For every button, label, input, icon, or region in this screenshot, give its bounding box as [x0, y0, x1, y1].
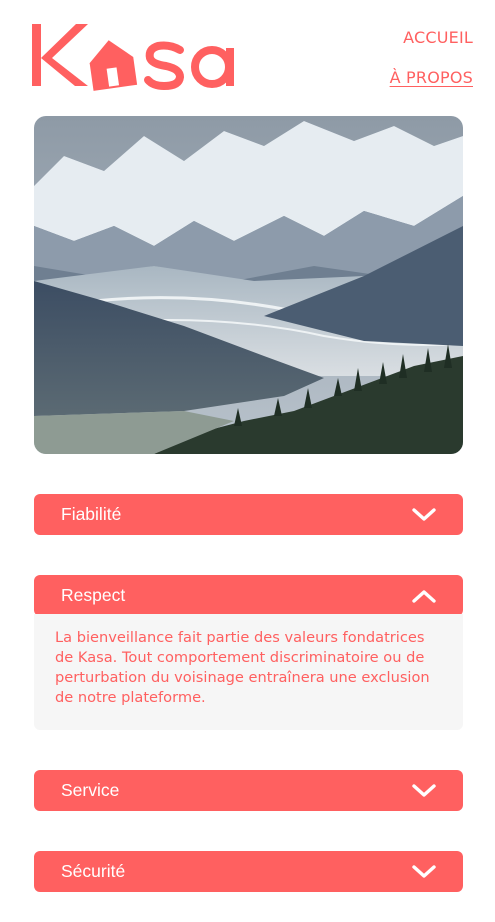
about-banner-image [34, 116, 463, 454]
collapse-title: Sécurité [61, 861, 126, 881]
nav-link-home[interactable]: ACCUEIL [390, 28, 473, 47]
collapse-header-securite[interactable]: Sécurité [34, 851, 463, 892]
kasa-logo-graphic [32, 24, 234, 91]
collapse-header-respect[interactable]: Respect [34, 575, 463, 616]
collapse-respect: Respect La bienveillance fait partie des… [34, 575, 463, 730]
collapse-title: Service [61, 780, 120, 800]
collapse-text: La bienveillance fait partie des valeurs… [55, 629, 430, 706]
chevron-down-icon[interactable] [411, 864, 437, 880]
collapse-content-respect: La bienveillance fait partie des valeurs… [34, 614, 463, 730]
collapse-title: Respect [61, 585, 126, 605]
collapse-securite: Sécurité [34, 851, 463, 892]
collapse-service: Service [34, 770, 463, 811]
chevron-up-icon[interactable] [411, 588, 437, 604]
collapse-header-service[interactable]: Service [34, 770, 463, 811]
collapse-header-fiabilite[interactable]: Fiabilité [34, 494, 463, 535]
nav-link-about[interactable]: À PROPOS [390, 68, 473, 87]
chevron-down-icon[interactable] [411, 783, 437, 799]
collapse-title: Fiabilité [61, 504, 122, 524]
chevron-down-icon[interactable] [411, 507, 437, 523]
collapse-fiabilite: Fiabilité [34, 494, 463, 535]
kasa-logo[interactable] [30, 22, 245, 94]
main-nav: ACCUEIL À PROPOS [390, 28, 473, 87]
